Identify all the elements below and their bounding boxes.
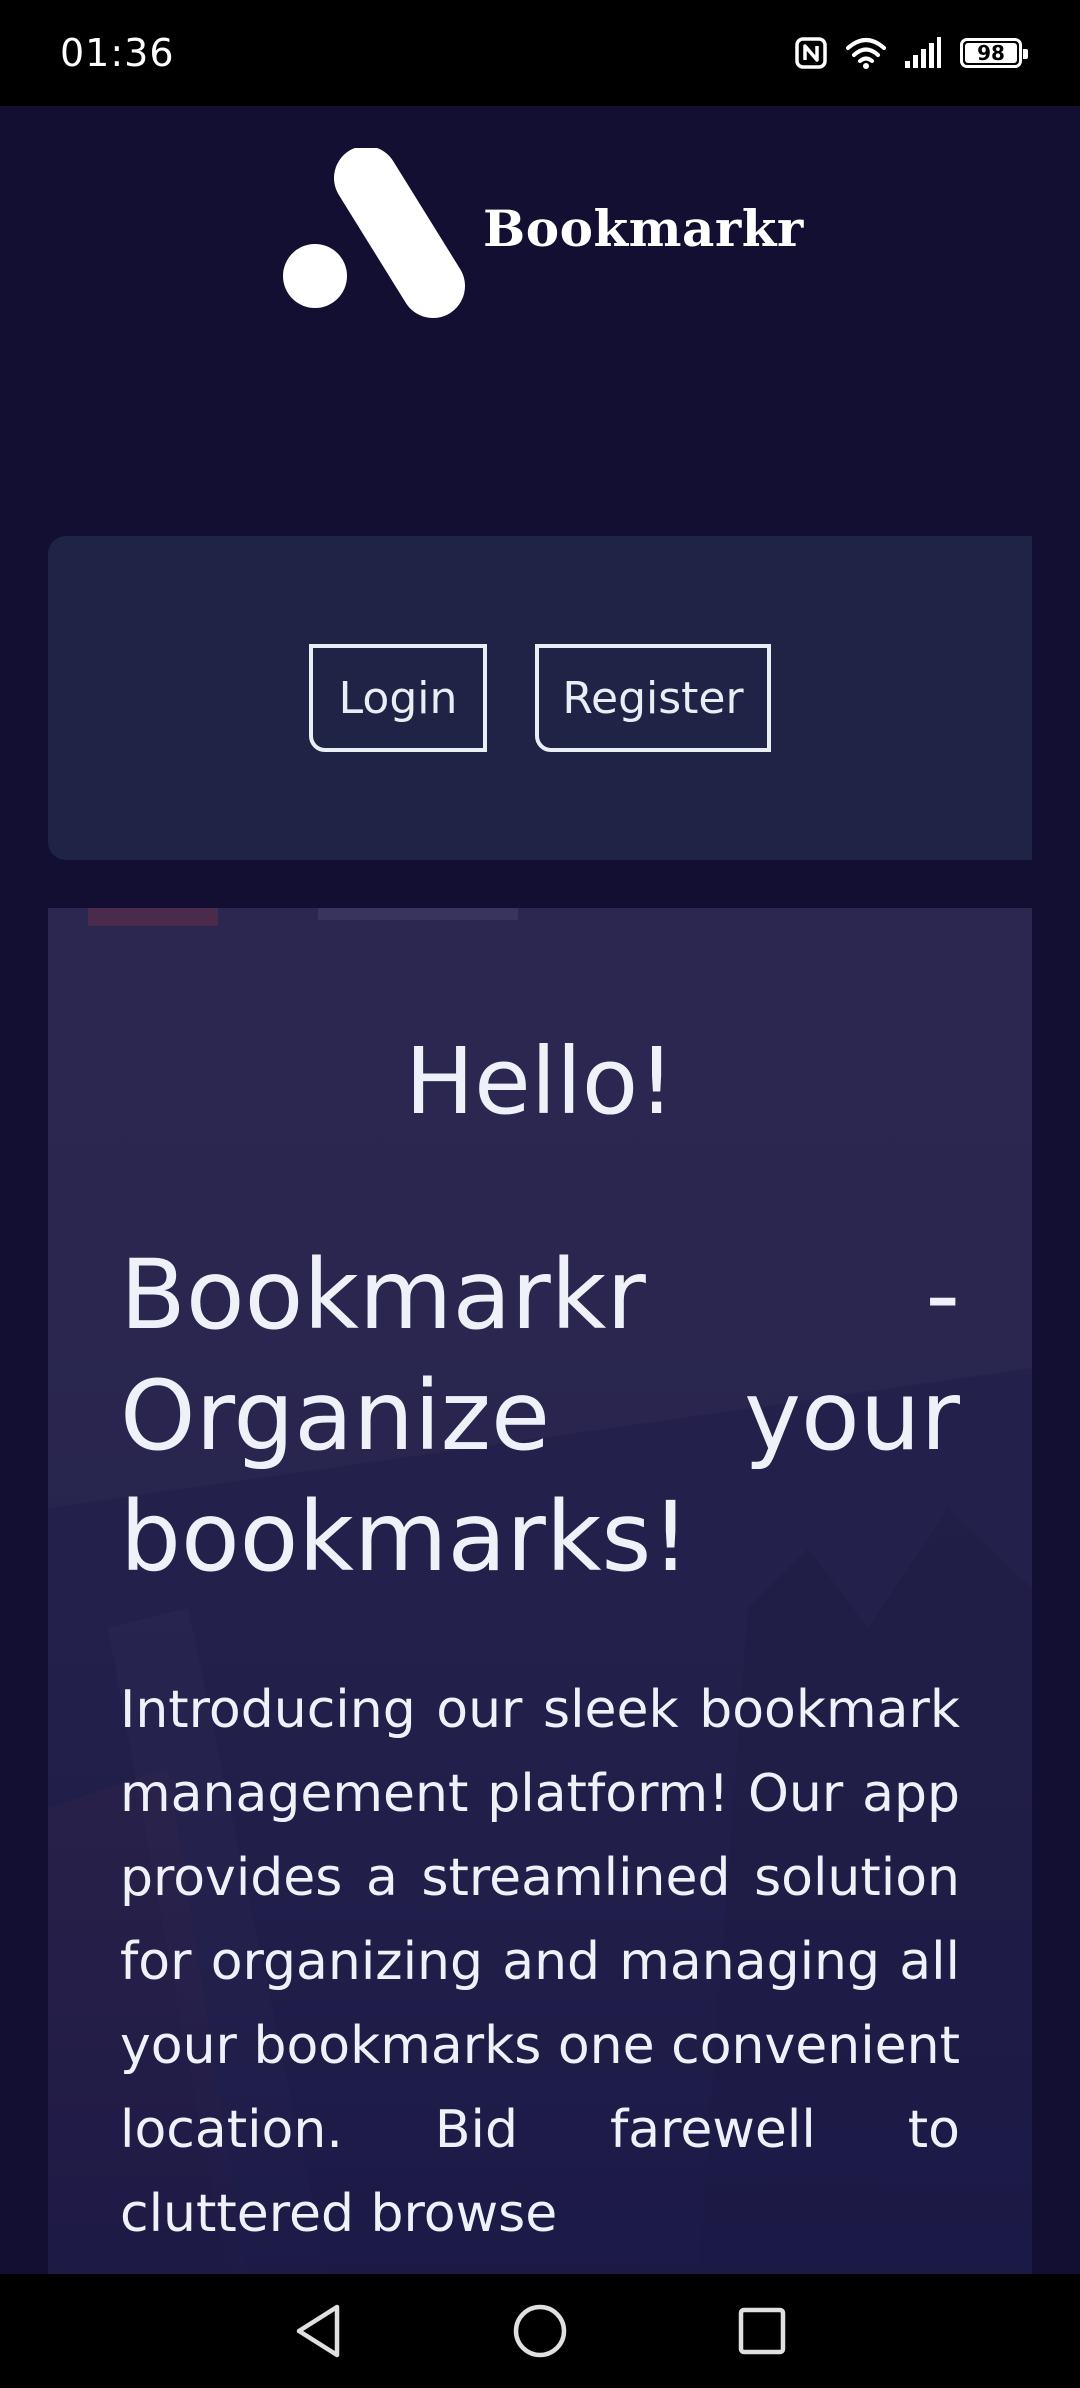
- recents-icon: [738, 2307, 786, 2355]
- back-button[interactable]: [282, 2295, 354, 2367]
- hero-greeting: Hello!: [404, 1028, 676, 1135]
- nfc-icon: [794, 36, 828, 70]
- brand-header[interactable]: Bookmarkr: [283, 148, 804, 318]
- brand-name: Bookmarkr: [483, 198, 804, 258]
- status-time: 01:36: [60, 31, 175, 75]
- auth-panel: Login Register: [48, 536, 1032, 860]
- status-bar: 01:36 98: [0, 0, 1080, 106]
- battery-icon: 98: [960, 38, 1028, 68]
- wifi-icon: [846, 36, 886, 70]
- hero-content: Hello! Bookmarkr - Organize your bookmar…: [48, 1028, 1032, 2256]
- bookmarkr-logo: [283, 148, 465, 318]
- home-button[interactable]: [504, 2295, 576, 2367]
- navigation-bar: [0, 2274, 1080, 2388]
- back-icon: [296, 2304, 340, 2358]
- register-button[interactable]: Register: [535, 644, 771, 752]
- screen: 01:36 98 Bookmarkr Login Register Hello!…: [0, 0, 1080, 2388]
- hero-title: Bookmarkr - Organize your bookmarks!: [120, 1239, 960, 1593]
- signal-icon: [904, 37, 942, 69]
- hero-section: Hello! Bookmarkr - Organize your bookmar…: [48, 908, 1032, 2274]
- hero-description: Introducing our sleek bookmark managemen…: [120, 1680, 960, 2244]
- battery-level: 98: [977, 41, 1005, 65]
- status-icons: 98: [794, 36, 1028, 70]
- home-icon: [513, 2304, 567, 2358]
- login-button[interactable]: Login: [309, 644, 487, 752]
- recents-button[interactable]: [726, 2295, 798, 2367]
